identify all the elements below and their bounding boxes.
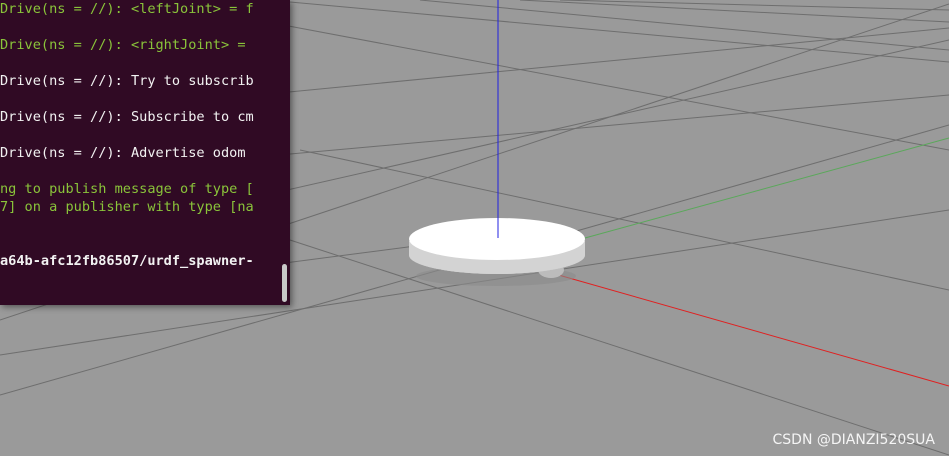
watermark-text: CSDN @DIANZI520SUA [772, 432, 935, 448]
robot-base-top [409, 218, 585, 260]
terminal-line: ng to publish message of type [ [0, 181, 254, 197]
terminal-line: Drive(ns = //): Subscribe to cm [0, 109, 254, 125]
terminal-line: a64b-afc12fb86507/urdf_spawner- [0, 253, 254, 269]
terminal-line: Drive(ns = //): <rightJoint> = [0, 37, 246, 53]
terminal-line: Drive(ns = //): Try to subscrib [0, 73, 254, 89]
terminal-line: 7] on a publisher with type [na [0, 199, 254, 215]
terminal-line: Drive(ns = //): Advertise odom [0, 145, 246, 161]
robot-model[interactable] [409, 218, 585, 286]
terminal-scrollbar[interactable] [282, 264, 287, 302]
terminal-line: Drive(ns = //): <leftJoint> = f [0, 1, 254, 17]
terminal-window[interactable]: Drive(ns = //): <leftJoint> = f Drive(ns… [0, 0, 290, 305]
